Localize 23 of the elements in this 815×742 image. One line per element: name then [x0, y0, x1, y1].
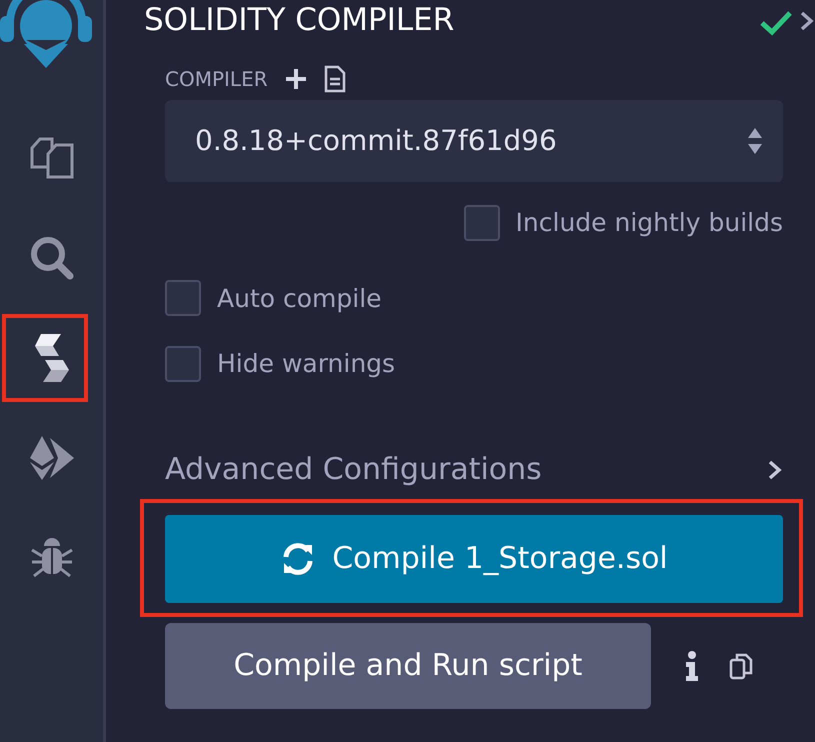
bug-icon[interactable] [30, 536, 74, 580]
add-icon[interactable] [284, 67, 308, 91]
checkbox-label[interactable]: Include nightly builds [516, 204, 783, 242]
solidity-icon[interactable] [32, 332, 70, 384]
compile-and-run-script-button[interactable]: Compile and Run script [165, 622, 651, 708]
document-icon[interactable] [324, 65, 346, 93]
checkbox[interactable] [165, 280, 201, 316]
checkbox-label[interactable]: Auto compile [217, 280, 382, 317]
checkbox-label[interactable]: Hide warnings [217, 345, 396, 382]
panel-title: SOLIDITY COMPILER [144, 1, 454, 40]
ethereum-icon[interactable] [28, 434, 76, 482]
checkbox[interactable] [464, 204, 500, 241]
compiler-version-select[interactable]: 0.8.18+commit.87f61d96 [165, 100, 783, 182]
chevron-right-icon[interactable] [799, 10, 815, 32]
advanced-configurations[interactable]: Advanced Configurations [165, 447, 542, 492]
info-icon[interactable] [685, 650, 699, 680]
sort-arrows-icon [747, 126, 763, 156]
compile-button[interactable]: Compile 1_Storage.sol [165, 514, 783, 602]
chevron-right-icon[interactable] [767, 458, 783, 480]
copy-icon[interactable] [729, 652, 753, 680]
check-icon [759, 10, 793, 36]
checkbox[interactable] [165, 346, 201, 382]
compiler-label: COMPILER [165, 66, 268, 93]
